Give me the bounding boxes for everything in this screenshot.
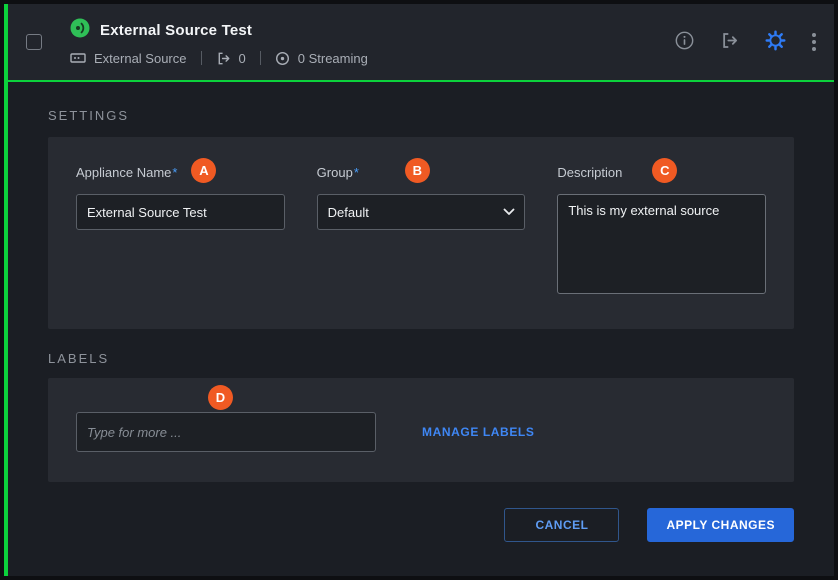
- info-button[interactable]: [675, 31, 694, 53]
- settings-gear-icon: [765, 30, 786, 54]
- appliance-name-field: Appliance Name * A: [76, 159, 285, 299]
- more-menu-button[interactable]: [812, 33, 816, 51]
- description-field: Description C This is my external source: [557, 159, 766, 299]
- outputs-icon: [216, 51, 231, 66]
- required-asterisk: *: [172, 165, 177, 180]
- header-actions: [675, 30, 816, 54]
- group-select[interactable]: Default: [317, 194, 526, 230]
- description-textarea[interactable]: This is my external source: [557, 194, 766, 294]
- separator: [260, 51, 261, 65]
- select-checkbox[interactable]: [26, 34, 42, 50]
- header: External Source Test External Source: [8, 4, 834, 82]
- export-icon: [720, 31, 739, 53]
- more-menu-icon: [812, 33, 816, 51]
- appliance-name-label: Appliance Name: [76, 165, 171, 180]
- labels-panel: D MANAGE LABELS: [48, 378, 794, 482]
- description-label: Description: [557, 165, 622, 180]
- appliance-name-input[interactable]: [76, 194, 285, 230]
- streaming-icon: [275, 51, 290, 66]
- title-block: External Source Test External Source: [70, 18, 368, 66]
- group-field: Group * B Default: [317, 159, 526, 299]
- manage-labels-link[interactable]: MANAGE LABELS: [422, 425, 534, 439]
- main-content: SETTINGS Appliance Name * A Group * B: [8, 82, 834, 576]
- labels-input[interactable]: [76, 412, 376, 452]
- callout-badge-a: A: [191, 158, 216, 183]
- cancel-button[interactable]: CANCEL: [504, 508, 619, 542]
- outputs-count: 0: [239, 51, 246, 66]
- source-status-icon: [70, 18, 90, 43]
- settings-button[interactable]: [765, 30, 786, 54]
- required-asterisk: *: [354, 165, 359, 180]
- callout-badge-d: D: [208, 385, 233, 410]
- separator: [201, 51, 202, 65]
- apply-changes-button[interactable]: APPLY CHANGES: [647, 508, 794, 542]
- callout-badge-b: B: [405, 158, 430, 183]
- appliance-type-icon: [70, 50, 86, 66]
- callout-badge-c: C: [652, 158, 677, 183]
- settings-section-heading: SETTINGS: [48, 108, 794, 123]
- footer-actions: CANCEL APPLY CHANGES: [48, 508, 794, 542]
- appliance-type-label: External Source: [94, 51, 187, 66]
- settings-panel: Appliance Name * A Group * B Default: [48, 137, 794, 329]
- export-button[interactable]: [720, 31, 739, 53]
- info-icon: [675, 31, 694, 53]
- streaming-count-label: 0 Streaming: [298, 51, 368, 66]
- page-title: External Source Test: [100, 22, 252, 39]
- appliance-settings-window: External Source Test External Source: [4, 4, 834, 576]
- labels-section-heading: LABELS: [48, 351, 794, 366]
- group-label: Group: [317, 165, 353, 180]
